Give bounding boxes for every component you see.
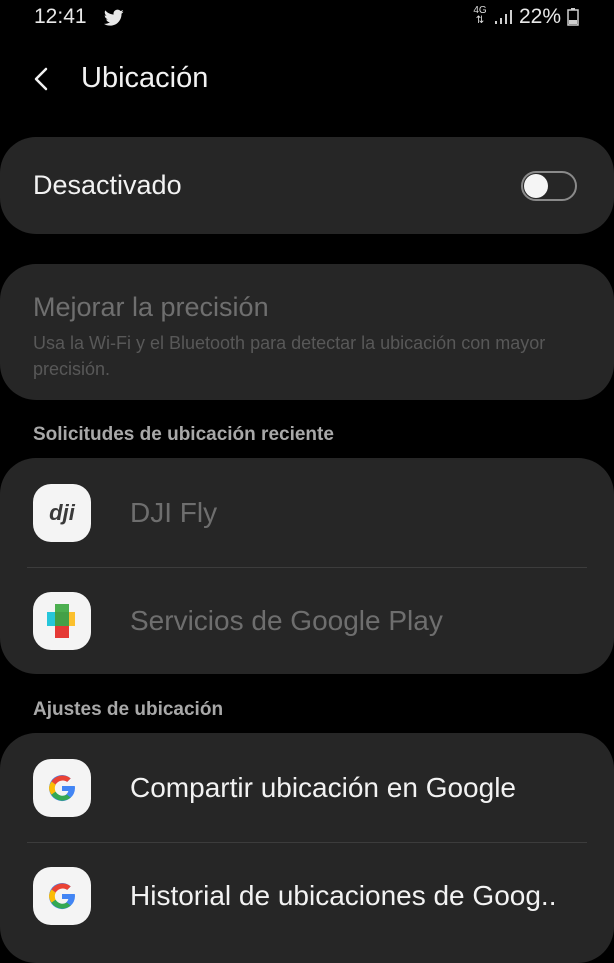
improve-precision-title: Mejorar la precisión — [33, 292, 269, 322]
location-settings-header: Ajustes de ubicación — [33, 699, 224, 720]
improve-precision-description: Usa la Wi-Fi y el Bluetooth para detecta… — [33, 333, 546, 379]
svg-text:dji: dji — [49, 500, 76, 525]
list-item-label: Compartir ubicación en Google — [130, 772, 516, 803]
google-g-icon — [33, 867, 91, 925]
location-toggle-label: Desactivado — [33, 170, 182, 200]
google-g-icon — [33, 759, 91, 817]
back-arrow-icon[interactable] — [30, 64, 54, 94]
signal-icon — [495, 10, 512, 24]
battery-icon — [567, 8, 579, 26]
list-item-label: DJI Fly — [130, 497, 218, 528]
page-title: Ubicación — [81, 62, 209, 94]
status-bar: 12:41 4G ⇅ 22% — [0, 0, 614, 36]
app-header: Ubicación — [0, 50, 614, 110]
location-switch[interactable] — [521, 171, 577, 201]
list-item-dji-fly[interactable]: dji DJI Fly — [0, 460, 614, 568]
list-item-google-play-services[interactable]: Servicios de Google Play — [0, 568, 614, 676]
recent-requests-header: Solicitudes de ubicación reciente — [33, 424, 334, 445]
switch-knob — [524, 174, 548, 198]
list-item-google-location-sharing[interactable]: Compartir ubicación en Google — [0, 735, 614, 843]
twitter-icon — [104, 9, 124, 26]
battery-percent: 22% — [519, 5, 562, 28]
google-play-services-icon — [33, 592, 91, 650]
list-item-google-location-history[interactable]: Historial de ubicaciones de Goog.. — [0, 843, 614, 951]
list-item-label: Historial de ubicaciones de Goog.. — [130, 880, 557, 911]
dji-fly-app-icon: dji — [33, 484, 91, 542]
status-time: 12:41 — [34, 5, 87, 28]
network-4g-icon: 4G ⇅ — [473, 5, 487, 26]
list-item-label: Servicios de Google Play — [130, 605, 443, 636]
